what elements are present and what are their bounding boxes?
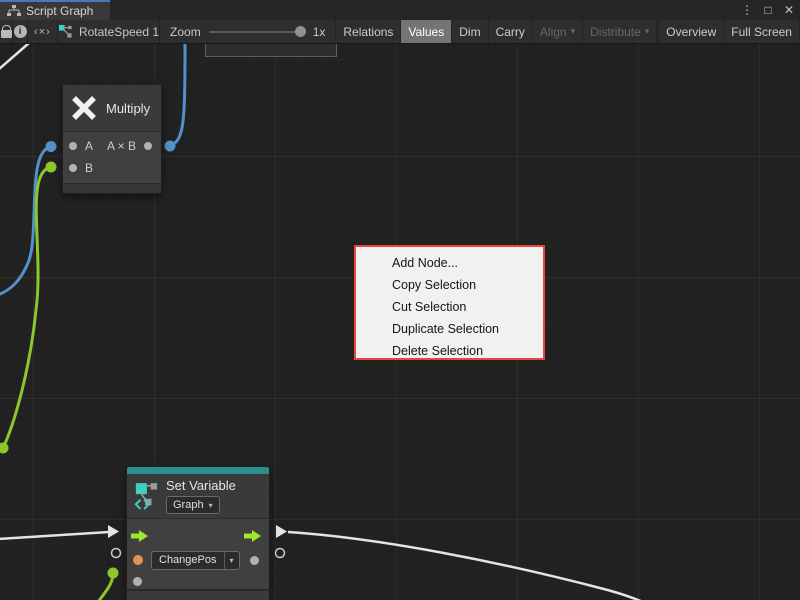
zoom-value: 1x <box>313 25 326 39</box>
code-icon: ‹×› <box>34 26 51 38</box>
full-screen-label: Full Screen <box>731 25 792 39</box>
code-view-button[interactable]: ‹×› <box>28 20 58 43</box>
node-title: Set Variable <box>166 478 236 493</box>
menu-item-delete-selection[interactable]: Delete Selection <box>356 340 543 362</box>
zoom-label: Zoom <box>170 25 201 39</box>
align-button[interactable]: Align ▾ <box>533 20 583 43</box>
info-icon: i <box>14 25 27 38</box>
tab-script-graph[interactable]: Script Graph <box>0 0 110 20</box>
output-port-result[interactable] <box>144 142 152 150</box>
port-row: A A × B <box>63 135 161 157</box>
variable-name-label: ChangePos <box>152 552 224 569</box>
menu-item-duplicate-selection[interactable]: Duplicate Selection <box>356 318 543 340</box>
window-controls: ⋮ □ ✕ <box>740 0 796 20</box>
carry-label: Carry <box>496 25 525 39</box>
info-button[interactable]: i <box>13 20 27 43</box>
port-row: B <box>63 157 161 179</box>
relations-button[interactable]: Relations <box>336 20 401 43</box>
distribute-label: Distribute <box>590 25 641 39</box>
values-button[interactable]: Values <box>401 20 452 43</box>
chevron-down-icon: ▾ <box>571 26 576 37</box>
full-screen-button[interactable]: Full Screen <box>724 20 800 43</box>
variable-name-dropdown[interactable]: ChangePos ▾ <box>151 551 240 570</box>
chevron-down-icon: ▾ <box>224 552 239 569</box>
chevron-down-icon: ▾ <box>209 501 213 510</box>
variable-name-port[interactable] <box>133 555 143 565</box>
graph-reference-breadcrumb[interactable]: RotateSpeed 1 <box>58 20 160 43</box>
set-variable-icon <box>134 481 158 511</box>
lock-icon <box>1 30 12 38</box>
clipped-panel-remnant <box>205 43 337 57</box>
input-port-b[interactable] <box>69 164 77 172</box>
input-port-a[interactable] <box>69 142 77 150</box>
scope-label: Graph <box>173 499 204 511</box>
variable-graph-icon <box>58 24 73 39</box>
tab-label: Script Graph <box>26 4 93 18</box>
node-multiply-body: A A × B B <box>63 131 161 183</box>
overview-label: Overview <box>666 25 716 39</box>
node-setvar-body: ChangePos ▾ <box>127 518 269 589</box>
node-multiply[interactable]: Multiply A A × B B <box>62 84 162 194</box>
flow-port-row <box>127 523 269 549</box>
context-menu: Add Node... Copy Selection Cut Selection… <box>354 245 545 360</box>
menu-item-copy-selection[interactable]: Copy Selection <box>356 274 543 296</box>
menu-item-cut-selection[interactable]: Cut Selection <box>356 296 543 318</box>
dim-label: Dim <box>459 25 480 39</box>
port-result-label: A × B <box>107 139 136 153</box>
output-value-port[interactable] <box>250 556 259 565</box>
node-setvar-footer <box>127 589 269 600</box>
graph-icon <box>7 5 21 17</box>
script-graph-window: Script Graph ⋮ □ ✕ i ‹×› RotateSpeed 1 <box>0 0 800 600</box>
variable-port-row: ChangePos ▾ <box>127 549 269 571</box>
zoom-slider[interactable] <box>209 31 305 33</box>
graph-reference-label: RotateSpeed 1 <box>79 25 159 39</box>
node-multiply-header[interactable]: Multiply <box>63 85 161 131</box>
dim-button[interactable]: Dim <box>452 20 488 43</box>
align-label: Align <box>540 25 567 39</box>
close-icon[interactable]: ✕ <box>782 3 796 17</box>
input-value-port[interactable] <box>133 577 142 586</box>
maximize-icon[interactable]: □ <box>761 3 775 17</box>
port-a-label: A <box>85 139 93 153</box>
node-setvar-head-text: Set Variable Graph ▾ <box>166 478 236 514</box>
node-multiply-footer <box>63 183 161 193</box>
window-menu-icon[interactable]: ⋮ <box>740 3 754 17</box>
menu-item-add-node[interactable]: Add Node... <box>356 252 543 274</box>
node-title: Multiply <box>106 101 150 116</box>
zoom-control: Zoom 1x <box>160 20 336 43</box>
graph-toolbar: i ‹×› RotateSpeed 1 Zoom 1x Relations Va… <box>0 20 800 44</box>
chevron-down-icon: ▾ <box>645 26 650 37</box>
overview-button[interactable]: Overview <box>659 20 724 43</box>
flow-output-port[interactable] <box>244 530 261 542</box>
lock-button[interactable] <box>0 20 13 43</box>
relations-label: Relations <box>343 25 393 39</box>
node-set-variable[interactable]: Set Variable Graph ▾ ChangePos <box>126 466 270 600</box>
distribute-button[interactable]: Distribute ▾ <box>583 20 657 43</box>
zoom-slider-handle[interactable] <box>295 26 306 37</box>
values-label: Values <box>408 25 444 39</box>
carry-button[interactable]: Carry <box>489 20 533 43</box>
node-setvar-header[interactable]: Set Variable Graph ▾ <box>127 474 269 518</box>
multiply-icon <box>71 95 97 121</box>
tab-bar: Script Graph ⋮ □ ✕ <box>0 0 800 20</box>
node-color-strip <box>127 467 269 474</box>
flow-input-port[interactable] <box>131 530 148 542</box>
port-b-label: B <box>85 161 93 175</box>
variable-scope-dropdown[interactable]: Graph ▾ <box>166 496 220 514</box>
